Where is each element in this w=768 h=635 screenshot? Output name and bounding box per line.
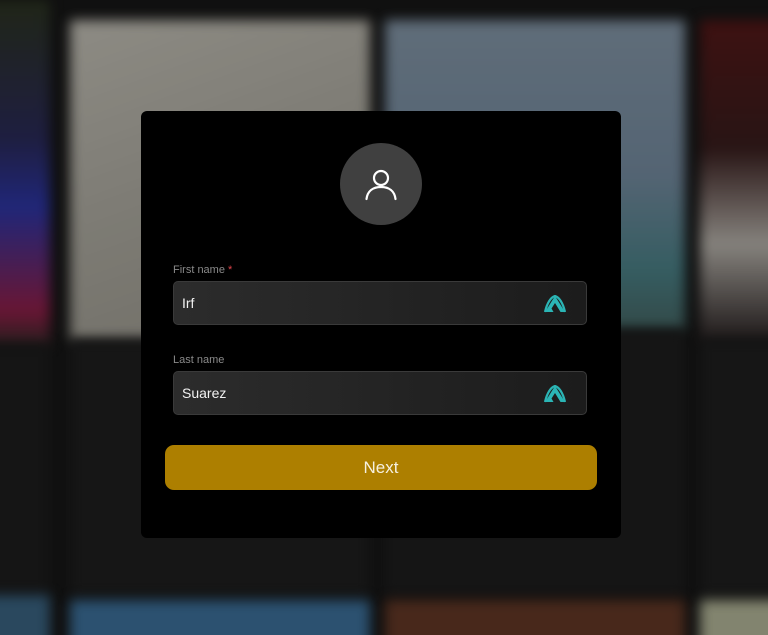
nordpass-autofill-icon[interactable] bbox=[544, 384, 566, 404]
first-name-label: First name * bbox=[173, 264, 232, 276]
last-name-input[interactable] bbox=[182, 372, 522, 414]
next-button[interactable]: Next bbox=[165, 445, 597, 490]
first-name-field[interactable] bbox=[173, 281, 587, 325]
first-name-input[interactable] bbox=[182, 282, 522, 324]
last-name-field[interactable] bbox=[173, 371, 587, 415]
nordpass-autofill-icon[interactable] bbox=[544, 294, 566, 314]
name-entry-dialog: First name* Last name Next bbox=[141, 111, 621, 538]
last-name-label: Last name bbox=[173, 354, 224, 366]
first-name-label-text: First name bbox=[173, 264, 225, 276]
required-marker: * bbox=[227, 264, 233, 276]
user-icon bbox=[363, 166, 399, 202]
last-name-label-text: Last name bbox=[173, 354, 225, 366]
avatar bbox=[340, 143, 422, 225]
